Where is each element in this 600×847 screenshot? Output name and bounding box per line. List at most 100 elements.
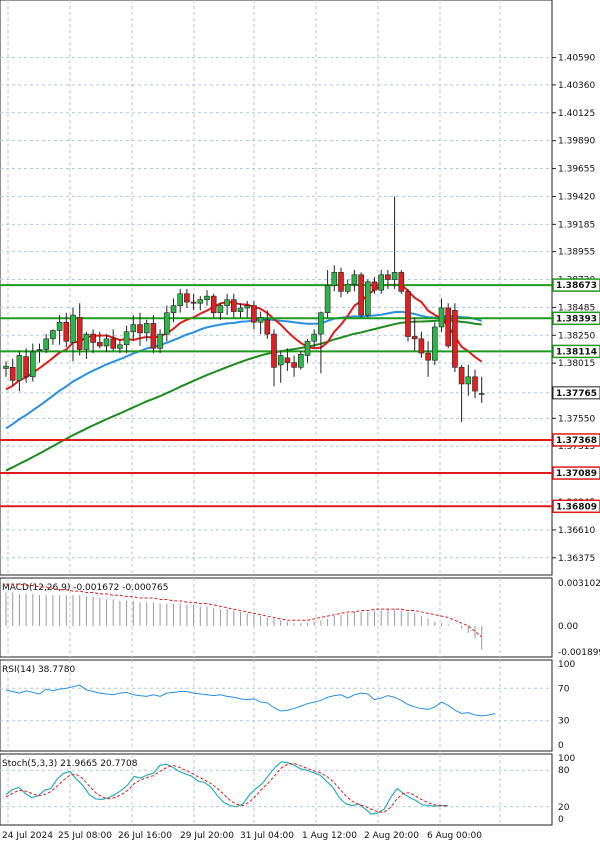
candle-body bbox=[164, 312, 170, 335]
candle-body bbox=[438, 307, 445, 328]
macd-y-tick-label: 0.003102 bbox=[558, 579, 600, 589]
candle-body bbox=[405, 291, 411, 337]
candle-body bbox=[90, 333, 96, 343]
pane-price bbox=[0, 0, 553, 576]
candle-body bbox=[56, 321, 63, 331]
candle-body bbox=[190, 301, 197, 304]
candle-body bbox=[9, 367, 16, 381]
resistance-level-label: 1.38673 bbox=[556, 281, 597, 291]
candle-body bbox=[277, 355, 284, 366]
x-tick-label: 1 Aug 12:00 bbox=[302, 831, 357, 841]
resistance-level-label: 1.38393 bbox=[556, 314, 597, 324]
candle-body bbox=[297, 353, 304, 368]
candle-body bbox=[391, 272, 398, 280]
candle-body bbox=[50, 330, 56, 340]
candle-body bbox=[318, 312, 324, 335]
candle-body bbox=[478, 393, 485, 395]
candle-body bbox=[358, 274, 364, 316]
candle-body bbox=[458, 367, 465, 385]
y-tick-label: 1.39655 bbox=[558, 165, 595, 175]
y-tick-label: 1.38250 bbox=[558, 331, 595, 341]
candle-body bbox=[3, 365, 9, 369]
macd-y-tick-label: -0.001899 bbox=[558, 648, 600, 658]
y-tick-label: 1.40360 bbox=[558, 81, 595, 91]
candle-body bbox=[16, 355, 23, 381]
stoch-y-tick-label: 80 bbox=[558, 766, 570, 776]
candle-body bbox=[271, 333, 277, 368]
candle-body bbox=[97, 342, 103, 347]
y-tick-label: 1.36375 bbox=[558, 554, 595, 564]
x-tick-label: 25 Jul 08:00 bbox=[58, 831, 112, 841]
candle-body bbox=[137, 324, 143, 334]
candle-body bbox=[284, 357, 291, 363]
candle-body bbox=[237, 307, 244, 312]
candle-body bbox=[210, 295, 217, 314]
candle-body bbox=[130, 324, 137, 333]
candle-body bbox=[351, 274, 358, 285]
candle-body bbox=[224, 299, 230, 306]
candle-body bbox=[150, 323, 157, 349]
candle-body bbox=[331, 272, 338, 286]
candle-body bbox=[117, 344, 123, 349]
y-tick-label: 1.36610 bbox=[558, 526, 595, 536]
stoch-label: Stoch(5,3,3) 21.9665 20.7708 bbox=[2, 759, 138, 769]
candle-body bbox=[70, 314, 76, 343]
candle-body bbox=[291, 362, 297, 368]
y-tick-label: 1.40590 bbox=[558, 54, 595, 64]
y-tick-label: 1.39420 bbox=[558, 192, 595, 202]
candle-body bbox=[311, 333, 318, 342]
candle-body bbox=[425, 352, 431, 361]
candle-body bbox=[364, 281, 371, 316]
candle-body bbox=[411, 336, 418, 340]
candle-body bbox=[445, 307, 452, 347]
candle-body bbox=[184, 293, 190, 303]
candle-body bbox=[244, 305, 250, 309]
macd-label: MACD(12,26,9) -0.001672 -0.000765 bbox=[2, 583, 168, 593]
forex-chart: 1.40590 1.40360 1.40125 1.39890 1.39655 1.394… bbox=[0, 0, 600, 847]
y-tick-label: 1.40125 bbox=[558, 109, 595, 119]
resistance-level-label: 1.38114 bbox=[556, 347, 597, 357]
candle-body bbox=[36, 349, 43, 352]
y-tick-label: 1.39890 bbox=[558, 137, 595, 147]
support-level-label: 1.37368 bbox=[556, 436, 597, 446]
x-tick-label: 31 Jul 04:00 bbox=[240, 831, 294, 841]
x-tick-label: 29 Jul 20:00 bbox=[180, 831, 234, 841]
candle-body bbox=[304, 340, 311, 356]
rsi-y-tick-label: 30 bbox=[558, 717, 570, 727]
chart-canvas: 1.40590 1.40360 1.40125 1.39890 1.39655 1.394… bbox=[0, 0, 600, 841]
rsi-y-tick-label: 70 bbox=[558, 684, 570, 694]
x-tick-label: 2 Aug 20:00 bbox=[364, 831, 419, 841]
candle-body bbox=[110, 338, 116, 349]
candle-body bbox=[204, 295, 210, 300]
candle-body bbox=[324, 285, 331, 314]
pane-rsi bbox=[0, 659, 553, 752]
candle-body bbox=[170, 305, 177, 314]
candle-body bbox=[143, 323, 150, 334]
candle-body bbox=[378, 274, 385, 291]
candle-body bbox=[76, 317, 83, 350]
stoch-y-tick-label: 0 bbox=[558, 815, 564, 825]
macd-y-tick-label: 0.00 bbox=[558, 622, 578, 632]
x-tick-label: 26 Jul 16:00 bbox=[118, 831, 172, 841]
y-tick-label: 1.39185 bbox=[558, 220, 595, 230]
candle-body bbox=[103, 338, 110, 347]
candle-body bbox=[418, 338, 425, 354]
rsi-label: RSI(14) 38.7780 bbox=[2, 665, 75, 675]
candle-body bbox=[338, 272, 344, 292]
candle-body bbox=[257, 317, 264, 323]
support-level-label: 1.36809 bbox=[556, 502, 597, 512]
y-tick-label: 1.38015 bbox=[558, 359, 595, 369]
y-tick-label: 1.38955 bbox=[558, 248, 595, 258]
rsi-y-tick-label: 100 bbox=[558, 660, 575, 670]
candle-body bbox=[264, 319, 271, 335]
candle-body bbox=[452, 310, 458, 368]
candle-body bbox=[43, 338, 50, 350]
x-tick-label: 6 Aug 00:00 bbox=[427, 831, 482, 841]
candle-body bbox=[197, 299, 204, 304]
stoch-y-tick-label: 20 bbox=[558, 803, 570, 813]
candle-body bbox=[83, 333, 90, 350]
candle-body bbox=[29, 351, 36, 378]
candle-body bbox=[157, 333, 163, 349]
candle-body bbox=[251, 305, 257, 323]
candle-body bbox=[123, 331, 130, 346]
